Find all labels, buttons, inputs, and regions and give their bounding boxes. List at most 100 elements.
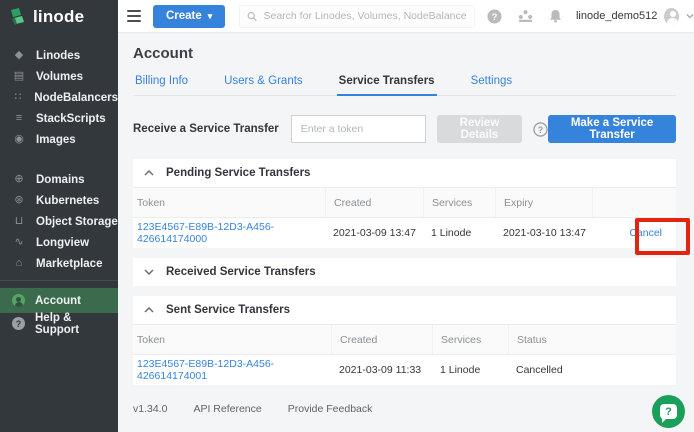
pending-table-header: Token Created Services Expiry [133,187,676,217]
brand-name: linode [33,7,84,27]
page-footer: v1.34.0 API Reference Provide Feedback [133,403,676,415]
sidebar-item-label: Kubernetes [36,195,99,207]
column-header-token: Token [133,325,331,354]
cancel-transfer-button[interactable]: Cancel [629,227,662,239]
user-menu-chevron-icon[interactable] [686,13,694,19]
tab-billing-info[interactable]: Billing Info [133,75,190,95]
pending-section-header[interactable]: Pending Service Transfers [133,159,676,187]
search-icon [247,11,257,22]
avatar[interactable] [664,8,679,25]
top-bar: Create ▾ ? li [118,0,694,33]
column-header-actions [592,188,676,217]
pending-expiry-cell: 2021-03-10 13:47 [495,227,592,239]
community-icon[interactable] [517,9,534,23]
column-header-status: Status [508,325,676,354]
receive-help-icon[interactable]: ? [533,122,548,137]
sidebar-item-domains[interactable]: ⊕ Domains [0,169,118,190]
search-input[interactable] [263,10,467,22]
sent-table-header: Token Created Services Status [133,324,676,354]
sent-token-link[interactable]: 123E4567-E89B-12D3-A456-426614174001 [137,358,274,382]
marketplace-icon: ⌂ [12,258,26,269]
sidebar-item-label: NodeBalancers [34,92,118,104]
sidebar-item-kubernetes[interactable]: ⊛ Kubernetes [0,190,118,211]
column-header-expiry: Expiry [495,188,592,217]
sidebar-item-label: Volumes [36,71,83,83]
account-icon [12,294,25,307]
linode-logo[interactable]: linode [0,0,118,33]
sidebar-item-label: Help & Support [35,312,118,336]
table-row: 123E4567-E89B-12D3-A456-426614174000 202… [133,217,676,248]
images-icon: ◉ [12,134,26,145]
sidebar-item-stackscripts[interactable]: ≡ StackScripts [0,108,118,129]
domains-icon: ⊕ [12,174,26,185]
stackscripts-icon: ≡ [12,113,26,124]
help-icon: ? [12,317,25,330]
volumes-icon: ▤ [12,71,26,82]
make-service-transfer-button[interactable]: Make a Service Transfer [548,115,676,143]
pending-token-link[interactable]: 123E4567-E89B-12D3-A456-426614174000 [137,221,274,245]
chevron-up-icon [144,307,154,313]
notifications-bell-icon[interactable] [549,9,562,23]
chevron-down-icon [144,269,154,275]
sidebar-item-label: Account [35,295,81,307]
section-title: Pending Service Transfers [166,167,310,179]
sent-section-header[interactable]: Sent Service Transfers [133,296,676,324]
sidebar-item-help-support[interactable]: ? Help & Support [0,313,118,334]
pending-created-cell: 2021-03-09 13:47 [325,227,423,239]
tab-settings[interactable]: Settings [469,75,515,95]
sidebar-item-images[interactable]: ◉ Images [0,129,118,150]
help-fab-button[interactable]: ? [652,395,685,428]
sidebar-nav: ◆ Linodes ▤ Volumes ∷ NodeBalancers ≡ St… [0,33,118,334]
username[interactable]: linode_demo512 [576,10,657,22]
section-title: Sent Service Transfers [166,304,290,316]
received-section-header[interactable]: Received Service Transfers [133,258,676,286]
longview-icon: ∿ [12,237,26,248]
api-reference-link[interactable]: API Reference [193,403,261,415]
tab-service-transfers[interactable]: Service Transfers [337,75,437,96]
object-storage-icon: ⊔ [12,216,26,227]
token-input[interactable] [291,115,426,143]
kubernetes-icon: ⊛ [12,195,26,206]
sidebar-item-longview[interactable]: ∿ Longview [0,232,118,253]
sidebar-divider [0,280,118,281]
provide-feedback-link[interactable]: Provide Feedback [288,403,373,415]
review-details-button[interactable]: Review Details [437,115,522,143]
sidebar-item-account[interactable]: Account [0,288,118,313]
tab-users-grants[interactable]: Users & Grants [222,75,305,95]
create-button-label: Create [166,10,202,22]
nodebalancers-icon: ∷ [12,92,24,103]
page-title: Account [133,45,676,62]
sidebar-item-linodes[interactable]: ◆ Linodes [0,45,118,66]
global-search[interactable] [239,5,475,28]
create-button[interactable]: Create ▾ [153,5,225,28]
section-title: Received Service Transfers [166,266,316,278]
column-header-services: Services [423,188,495,217]
table-row: 123E4567-E89B-12D3-A456-426614174001 202… [133,354,676,385]
linode-logo-icon [10,8,26,26]
pending-services-cell: 1 Linode [423,227,495,239]
version-label: v1.34.0 [133,403,167,415]
sent-status-cell: Cancelled [508,364,676,376]
menu-icon[interactable] [127,10,141,22]
sidebar-item-label: Longview [36,237,89,249]
topbar-icons: ? [487,9,562,24]
sent-services-cell: 1 Linode [432,364,508,376]
column-header-created: Created [331,325,432,354]
sidebar-item-label: Linodes [36,50,80,62]
svg-text:?: ? [492,11,498,21]
linode-icon: ◆ [12,50,26,61]
received-transfers-section: Received Service Transfers [133,258,676,286]
sidebar-item-nodebalancers[interactable]: ∷ NodeBalancers [0,87,118,108]
sidebar-item-marketplace[interactable]: ⌂ Marketplace [0,253,118,274]
sidebar-item-label: StackScripts [36,113,106,125]
sidebar-item-label: Object Storage [36,216,118,228]
sidebar-item-label: Domains [36,174,85,186]
app-window: linode ◆ Linodes ▤ Volumes ∷ NodeBalance… [0,0,694,432]
sent-transfers-section: Sent Service Transfers Token Created Ser… [133,296,676,385]
sidebar-item-object-storage[interactable]: ⊔ Object Storage [0,211,118,232]
pending-transfers-section: Pending Service Transfers Token Created … [133,159,676,248]
help-icon[interactable]: ? [487,9,502,24]
receive-transfer-row: Receive a Service Transfer Review Detail… [133,115,676,143]
sidebar-item-volumes[interactable]: ▤ Volumes [0,66,118,87]
sidebar-item-label: Images [36,134,76,146]
